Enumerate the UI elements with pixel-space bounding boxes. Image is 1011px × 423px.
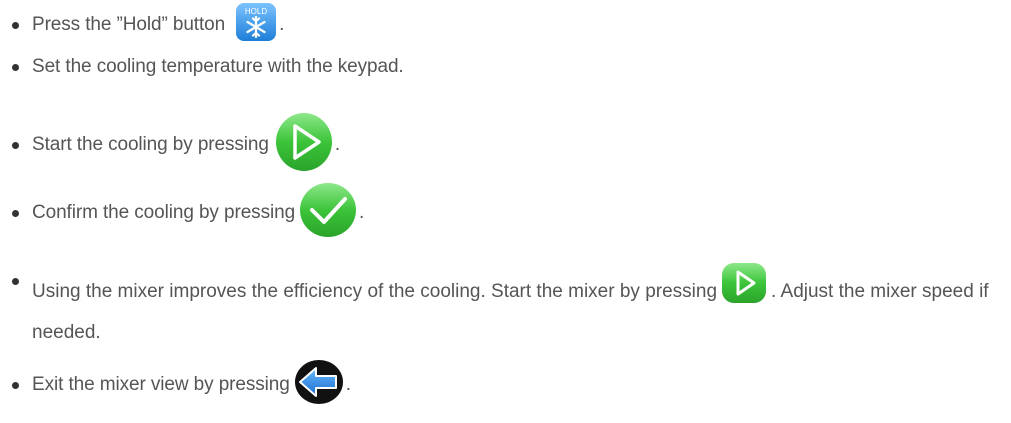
play-circle-icon[interactable] <box>275 112 333 178</box>
step-set-temperature: Set the cooling temperature with the key… <box>0 52 1011 82</box>
step-paragraph: Using the mixer improves the efficiency … <box>32 263 992 348</box>
checkmark-circle-icon[interactable] <box>299 182 357 244</box>
bullet <box>12 209 19 217</box>
step-text: Set the cooling temperature with the key… <box>32 56 404 77</box>
play-square-icon[interactable] <box>721 262 767 314</box>
bullet <box>12 381 19 389</box>
step-confirm-cooling: Confirm the cooling by pressing . <box>0 182 1011 244</box>
step-hold: Press the ”Hold” button HOLD . <box>0 2 1011 48</box>
step-text: Exit the mixer view by pressing <box>32 374 290 395</box>
step-start-cooling: Start the cooling by pressing . <box>0 112 1011 178</box>
step-text-before: Using the mixer improves the efficiency … <box>32 281 718 303</box>
bullet <box>12 278 19 285</box>
step-text: Confirm the cooling by pressing <box>32 202 296 223</box>
hold-icon-label: HOLD <box>245 7 267 16</box>
step-suffix: . <box>279 14 285 35</box>
step-suffix: . <box>359 202 365 223</box>
step-suffix: . <box>345 374 351 395</box>
hold-snowflake-icon[interactable]: HOLD <box>235 2 277 48</box>
bullet <box>12 21 19 29</box>
step-start-mixer: Using the mixer improves the efficiency … <box>0 263 1011 343</box>
step-exit-mixer: Exit the mixer view by pressing . <box>0 360 1011 410</box>
step-suffix: . <box>334 134 341 155</box>
bullet <box>12 63 19 71</box>
back-arrow-icon[interactable] <box>294 359 344 411</box>
step-text: Press the ”Hold” button <box>32 14 226 35</box>
bullet <box>12 141 19 149</box>
step-text: Start the cooling by pressing <box>32 134 269 155</box>
